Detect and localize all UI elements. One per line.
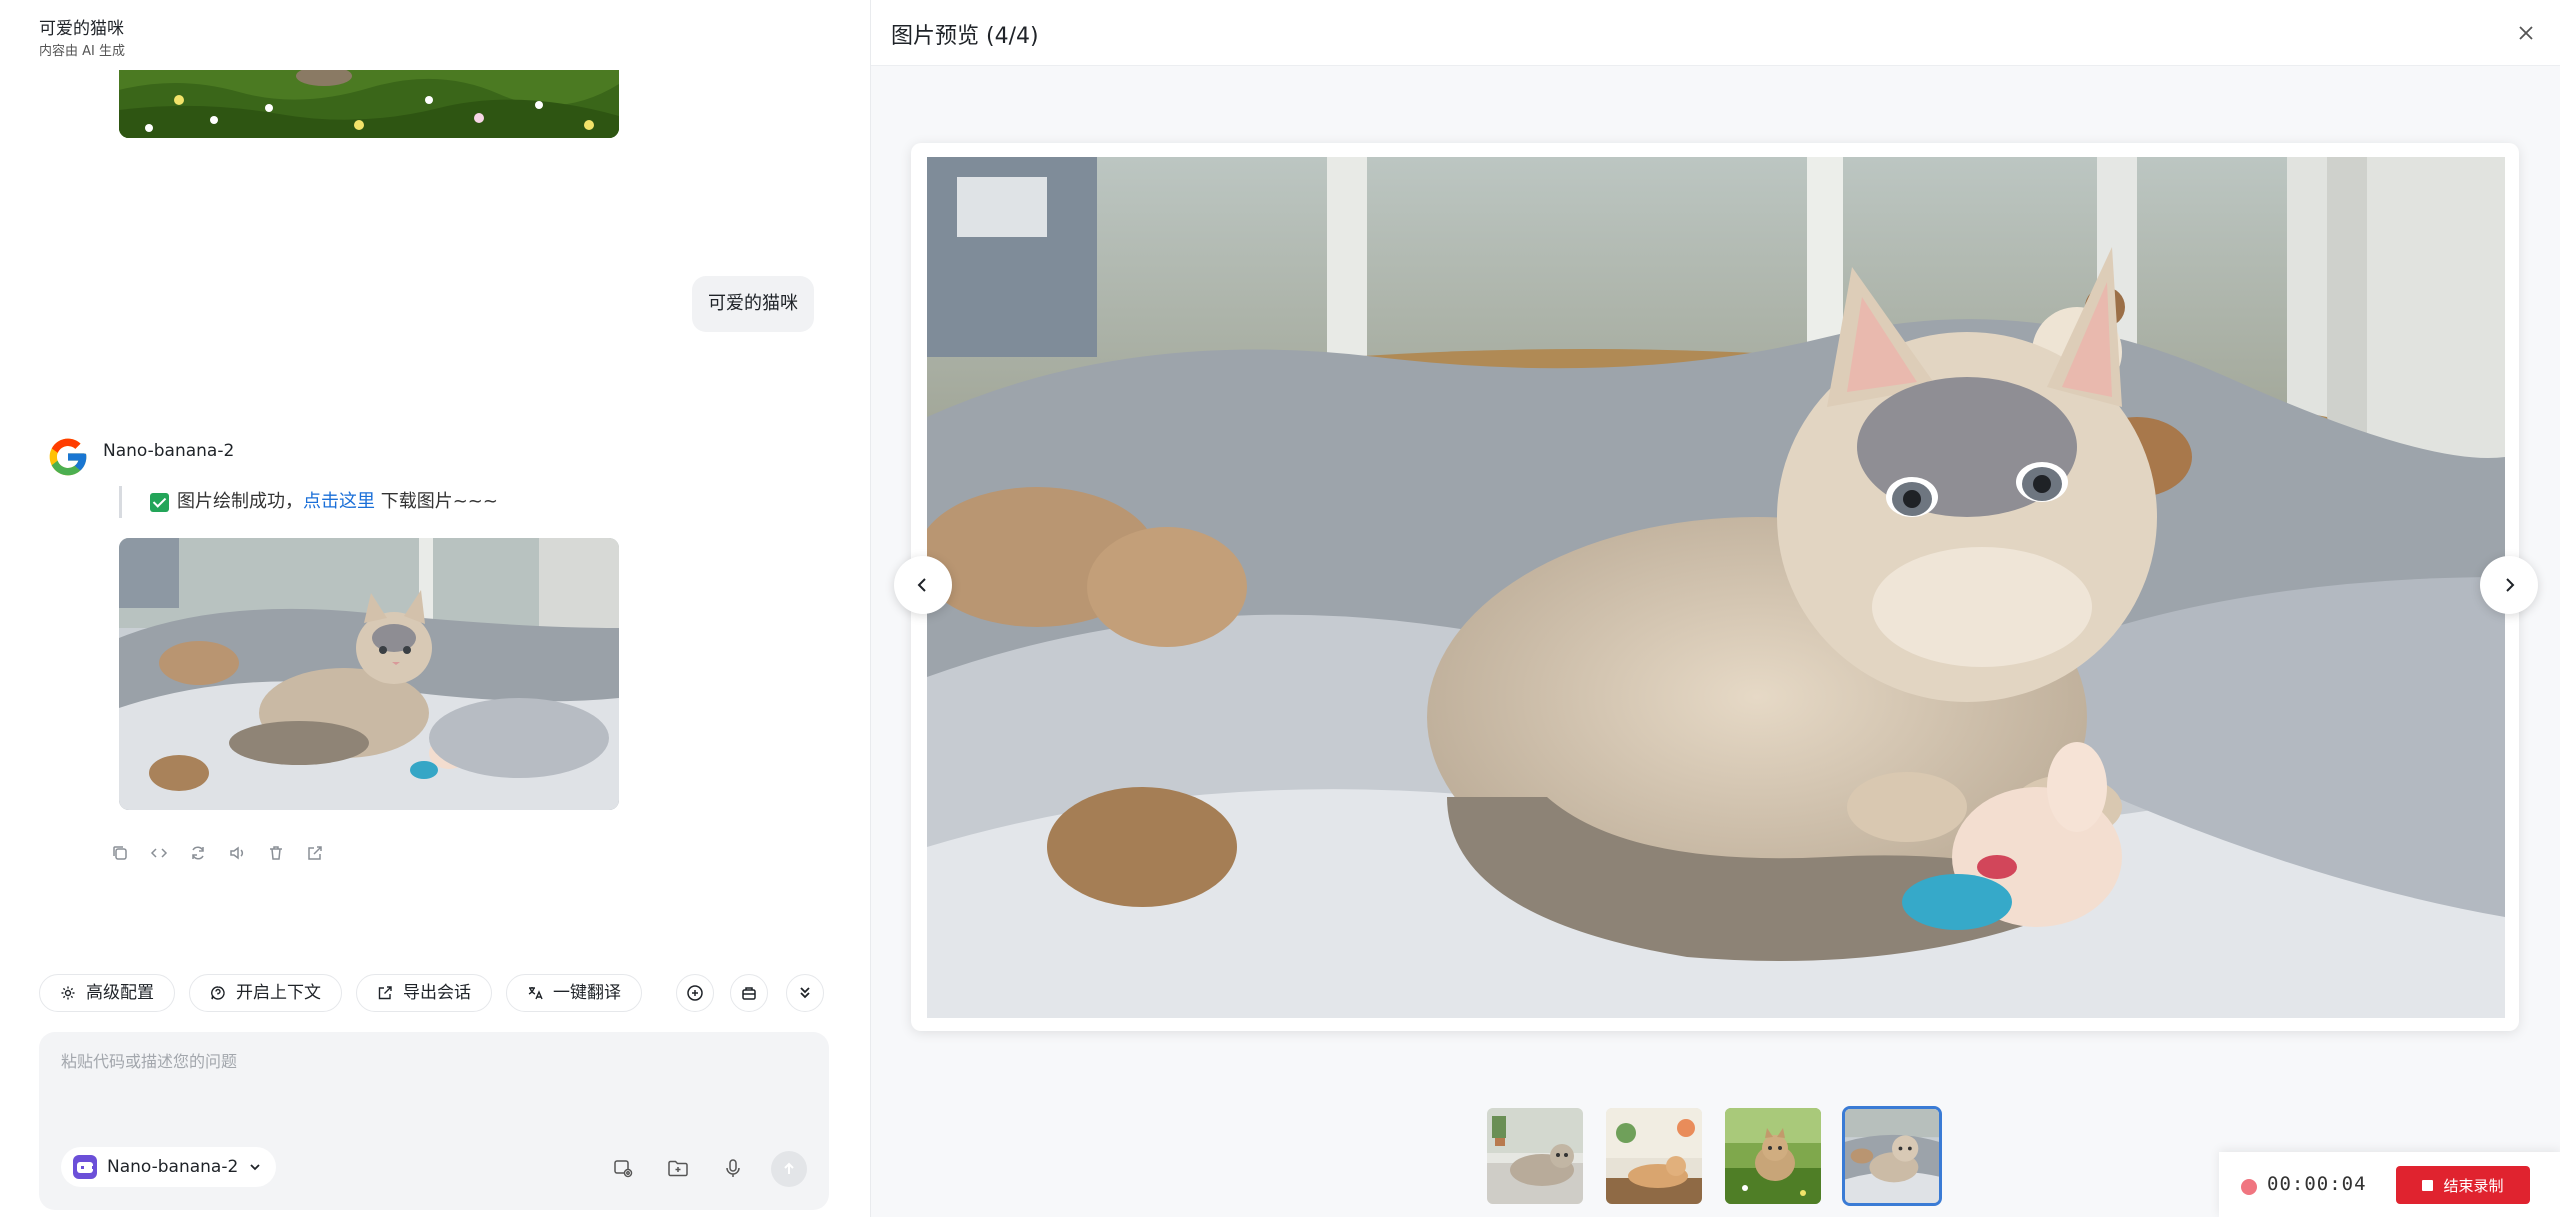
cat-on-table-with-flowers-thumb <box>1606 1108 1702 1204</box>
kitten-in-basket-image <box>119 538 619 810</box>
copy-icon[interactable] <box>109 842 131 864</box>
recording-dot-icon <box>2241 1179 2257 1195</box>
generation-status: 图片绘制成功，点击这里 下载图片~~~ <box>119 486 498 518</box>
speaker-icon[interactable] <box>226 842 248 864</box>
user-message-bubble: 可爱的猫咪 <box>692 276 814 332</box>
model-selector[interactable]: Nano-banana-2 <box>61 1147 277 1187</box>
microphone-icon <box>726 1159 740 1177</box>
generated-image[interactable] <box>119 538 619 810</box>
selected-model-label: Nano-banana-2 <box>107 1157 239 1177</box>
image-settings-icon <box>614 1160 633 1178</box>
message-composer: Nano-banana-2 <box>39 1032 829 1210</box>
message-actions <box>109 842 326 864</box>
new-chat-button[interactable] <box>676 974 714 1012</box>
translate-label: 一键翻译 <box>553 983 621 1003</box>
code-icon[interactable] <box>148 842 170 864</box>
preview-image-card <box>911 143 2519 1031</box>
prompt-input[interactable] <box>61 1048 801 1108</box>
enable-context-button[interactable]: 开启上下文 <box>189 974 342 1012</box>
advanced-config-label: 高级配置 <box>86 983 154 1003</box>
preview-image[interactable] <box>927 157 2505 1018</box>
check-icon <box>150 493 169 512</box>
chat-panel: 可爱的猫咪 内容由 AI 生成 可爱的猫咪 Nano-banana-2 图片绘制… <box>0 0 870 1217</box>
refresh-icon[interactable] <box>187 842 209 864</box>
status-text: 图片绘制成功， <box>177 491 303 512</box>
quick-action-chips: 高级配置 开启上下文 导出会话 一键翻译 <box>39 974 642 1012</box>
new-chat-icon <box>687 985 703 1001</box>
download-link[interactable]: 点击这里 <box>303 491 375 512</box>
chevron-down-icon <box>250 1164 260 1171</box>
status-suffix: 下载图片~~~ <box>375 491 498 512</box>
toolbox-button[interactable] <box>730 974 768 1012</box>
expand-more-button[interactable] <box>786 974 824 1012</box>
toolbox-icon <box>742 987 756 1000</box>
chevron-left-icon <box>917 578 926 592</box>
recording-timer: 00:00:04 <box>2267 1173 2367 1195</box>
model-name-label: Nano-banana-2 <box>103 441 235 461</box>
thumbnail-3[interactable] <box>1723 1106 1823 1206</box>
cat-on-window-cushion-thumb <box>1487 1108 1583 1204</box>
gear-icon <box>61 986 75 1000</box>
thumbnail-4-active[interactable] <box>1842 1106 1942 1206</box>
share-icon[interactable] <box>304 842 326 864</box>
chat-title: 可爱的猫咪 <box>39 19 124 39</box>
thumbnail-2[interactable] <box>1604 1106 1704 1206</box>
upload-folder-button[interactable] <box>664 1154 692 1182</box>
image-preview-panel: 图片预览 (4/4) 00:00:04 结束录制 <box>870 0 2560 1217</box>
close-icon[interactable] <box>2513 20 2539 46</box>
kitten-in-blanket-basket-thumb <box>1845 1109 1939 1203</box>
send-button[interactable] <box>771 1151 807 1187</box>
preview-header: 图片预览 (4/4) <box>871 0 2560 66</box>
next-image-button[interactable] <box>2480 556 2538 614</box>
export-session-button[interactable]: 导出会话 <box>356 974 492 1012</box>
translate-icon <box>528 987 543 1000</box>
image-settings-button[interactable] <box>609 1154 637 1182</box>
stop-recording-button[interactable]: 结束录制 <box>2396 1166 2530 1204</box>
screen-recorder-bar: 00:00:04 结束录制 <box>2219 1152 2560 1217</box>
export-icon <box>378 986 392 1000</box>
thumbnail-1[interactable] <box>1485 1106 1585 1206</box>
thumbnail-strip <box>1485 1106 1942 1206</box>
kitten-in-blanket-basket-image <box>927 157 2505 1018</box>
chat-bubble-icon <box>211 986 225 1000</box>
double-chevron-down-icon <box>800 987 810 999</box>
ai-generated-note: 内容由 AI 生成 <box>39 44 125 59</box>
grass-image <box>119 70 619 138</box>
advanced-config-button[interactable]: 高级配置 <box>39 974 175 1012</box>
voice-input-button[interactable] <box>719 1154 747 1182</box>
chevron-right-icon <box>2506 578 2515 592</box>
export-session-label: 导出会话 <box>403 983 471 1003</box>
arrow-up-icon <box>784 1162 794 1174</box>
translate-button[interactable]: 一键翻译 <box>506 974 642 1012</box>
prev-image-button[interactable] <box>894 556 952 614</box>
preview-title: 图片预览 (4/4) <box>891 24 1039 49</box>
trash-icon[interactable] <box>265 842 287 864</box>
enable-context-label: 开启上下文 <box>236 983 321 1003</box>
robot-icon <box>73 1155 97 1179</box>
previous-generated-image[interactable] <box>119 70 619 138</box>
google-logo-icon <box>49 438 87 476</box>
kitten-in-grass-thumb <box>1725 1108 1821 1204</box>
folder-icon <box>668 1160 688 1177</box>
